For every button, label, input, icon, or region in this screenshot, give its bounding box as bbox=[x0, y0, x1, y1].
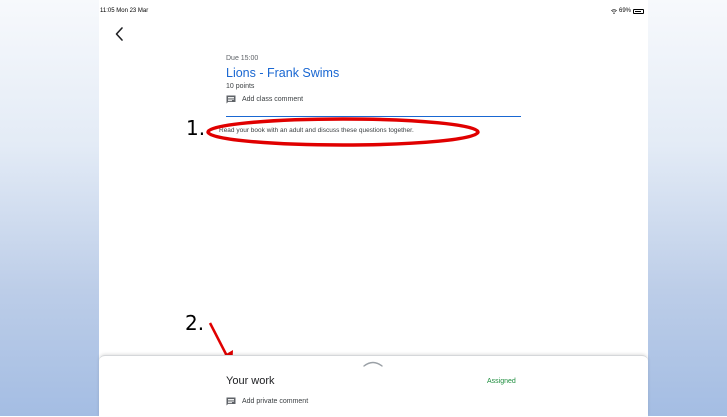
due-time: Due 15:00 bbox=[226, 55, 259, 62]
assignment-instructions: Read your book with an adult and discuss… bbox=[219, 127, 414, 134]
add-private-comment-label: Add private comment bbox=[242, 398, 309, 405]
expand-handle-icon[interactable] bbox=[362, 359, 384, 369]
wifi-icon bbox=[611, 8, 617, 14]
annotation-label-1: 1. bbox=[186, 116, 206, 140]
your-work-heading: Your work bbox=[226, 375, 275, 387]
assignment-title: Lions - Frank Swims bbox=[226, 66, 340, 80]
status-time: 11:05 Mon 23 Mar bbox=[100, 8, 149, 14]
add-class-comment-button[interactable]: Add class comment bbox=[226, 95, 303, 104]
section-divider bbox=[226, 116, 521, 117]
battery-icon bbox=[633, 8, 644, 14]
comment-icon bbox=[226, 397, 236, 406]
assignment-points: 10 points bbox=[226, 83, 255, 90]
work-status-badge: Assigned bbox=[487, 378, 516, 385]
status-bar: 11:05 Mon 23 Mar 69% bbox=[99, 8, 648, 20]
right-backdrop bbox=[648, 0, 727, 416]
left-backdrop bbox=[0, 0, 99, 416]
chevron-left-icon[interactable] bbox=[113, 25, 127, 43]
battery-percent: 69% bbox=[618, 8, 631, 14]
add-class-comment-label: Add class comment bbox=[242, 96, 304, 103]
app-screen bbox=[99, 0, 648, 416]
status-right: 69% bbox=[611, 8, 644, 14]
comment-icon bbox=[226, 95, 236, 104]
annotation-label-2: 2. bbox=[185, 311, 205, 335]
add-private-comment-button[interactable]: Add private comment bbox=[226, 397, 308, 406]
